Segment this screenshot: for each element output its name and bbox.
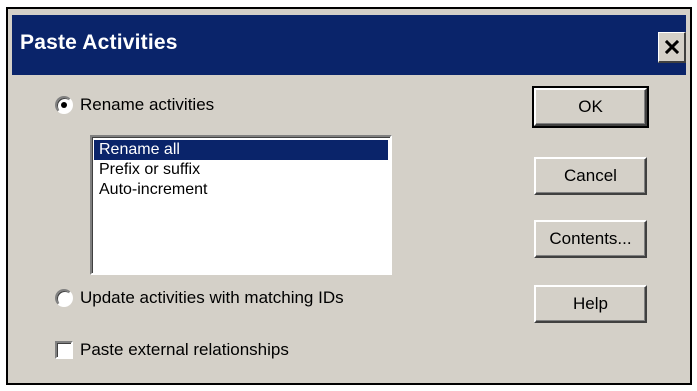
rename-activities-radio[interactable] [55,96,73,114]
cancel-button[interactable]: Cancel [534,157,647,195]
paste-external-relationships-checkbox[interactable] [55,341,73,359]
paste-external-relationships-label[interactable]: Paste external relationships [80,340,289,360]
update-matching-ids-radio[interactable] [55,289,73,307]
update-matching-ids-label[interactable]: Update activities with matching IDs [80,288,344,308]
dialog-title: Paste Activities [20,31,178,54]
title-bar: Paste Activities [12,15,686,75]
list-item-prefix-suffix[interactable]: Prefix or suffix [94,160,388,180]
radio-selected-dot [61,102,67,108]
ok-button[interactable]: OK [532,86,649,128]
help-button[interactable]: Help [534,285,647,323]
close-button[interactable] [658,32,686,63]
contents-button[interactable]: Contents... [534,220,647,258]
rename-activities-label[interactable]: Rename activities [80,95,214,115]
rename-options-list[interactable]: Rename all Prefix or suffix Auto-increme… [90,135,392,275]
list-item-rename-all[interactable]: Rename all [94,140,388,160]
list-item-auto-increment[interactable]: Auto-increment [94,180,388,200]
close-icon [664,40,679,54]
paste-activities-dialog: Paste Activities Rename activities Renam… [6,7,692,385]
